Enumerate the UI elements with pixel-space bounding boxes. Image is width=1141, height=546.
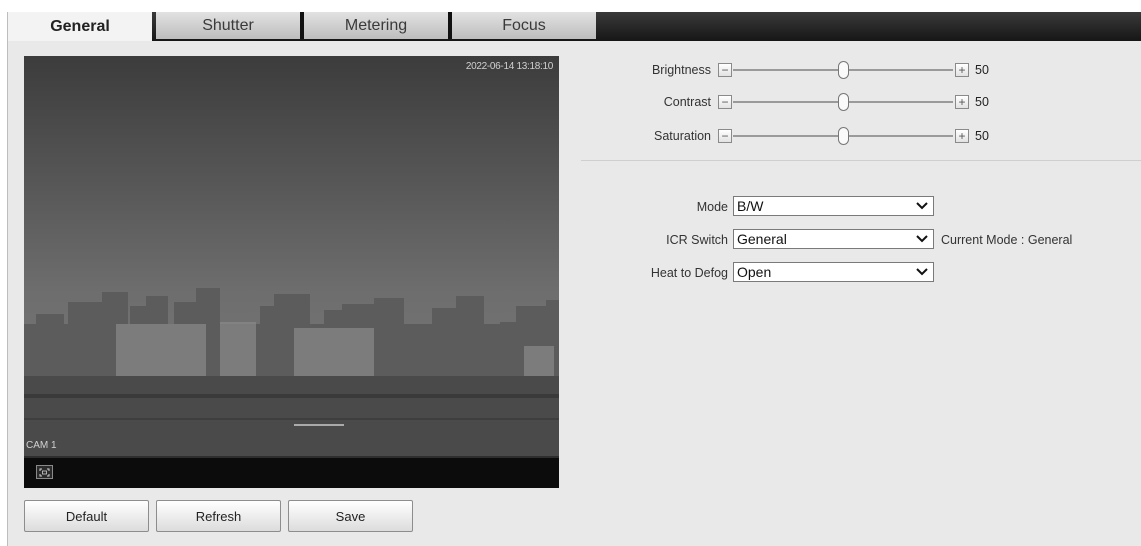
icr-switch-select[interactable]: General — [733, 229, 934, 249]
mode-select[interactable]: B/W — [733, 196, 934, 216]
tab-bar: General Shutter Metering Focus — [8, 12, 1141, 41]
saturation-increase-button[interactable]: + — [955, 129, 969, 143]
chevron-down-icon — [916, 268, 928, 276]
chevron-down-icon — [916, 235, 928, 243]
brightness-increase-button[interactable]: + — [955, 63, 969, 77]
contrast-increase-button[interactable]: + — [955, 95, 969, 109]
camera-scene-image — [24, 56, 559, 488]
heat-to-defog-select[interactable]: Open — [733, 262, 934, 282]
brightness-label: Brightness — [651, 63, 711, 77]
current-mode-text: Current Mode : General — [941, 233, 1073, 247]
chevron-down-icon — [916, 202, 928, 210]
tab-general-label: General — [50, 17, 110, 35]
brightness-value: 50 — [975, 63, 989, 77]
video-toolbar — [24, 458, 559, 488]
mode-select-value: B/W — [737, 198, 764, 214]
brightness-slider-handle[interactable] — [837, 61, 849, 79]
heat-to-defog-select-value: Open — [737, 264, 772, 280]
mode-label: Mode — [696, 200, 728, 214]
tab-shutter-label: Shutter — [202, 16, 254, 34]
saturation-decrease-button[interactable]: − — [718, 129, 732, 143]
tab-general[interactable]: General — [8, 12, 152, 41]
mode-row: Mode B/W — [588, 196, 1088, 220]
minus-icon: − — [721, 95, 729, 109]
saturation-value: 50 — [975, 129, 989, 143]
osd-channel-label: CAM 1 — [26, 440, 57, 451]
contrast-slider-row: Contrast − + 50 — [588, 92, 1048, 114]
save-button[interactable]: Save — [288, 500, 413, 532]
refresh-button[interactable]: Refresh — [156, 500, 281, 532]
live-video-preview[interactable]: 2022-06-14 13:18:10 CAM 1 — [24, 56, 559, 488]
osd-timestamp: 2022-06-14 13:18:10 — [465, 61, 553, 72]
section-divider — [581, 160, 1141, 161]
tab-metering[interactable]: Metering — [304, 12, 452, 39]
contrast-label: Contrast — [663, 95, 711, 109]
minus-icon: − — [721, 129, 729, 143]
icr-switch-label: ICR Switch — [666, 233, 728, 247]
icr-switch-select-value: General — [737, 231, 787, 247]
saturation-slider-handle[interactable] — [837, 127, 849, 145]
default-button[interactable]: Default — [24, 500, 149, 532]
contrast-decrease-button[interactable]: − — [718, 95, 732, 109]
plus-icon: + — [958, 63, 966, 77]
contrast-value: 50 — [975, 95, 989, 109]
fit-screen-icon[interactable] — [36, 465, 53, 479]
contrast-slider-handle[interactable] — [837, 93, 849, 111]
saturation-label: Saturation — [654, 129, 711, 143]
tab-focus-label: Focus — [502, 16, 546, 34]
heat-to-defog-row: Heat to Defog Open — [588, 262, 1088, 286]
settings-panel: General Shutter Metering Focus 2022-06-1… — [7, 12, 1141, 546]
tab-focus[interactable]: Focus — [452, 12, 596, 39]
tab-shutter[interactable]: Shutter — [156, 12, 304, 39]
heat-to-defog-label: Heat to Defog — [650, 266, 728, 280]
tab-metering-label: Metering — [344, 16, 408, 34]
brightness-decrease-button[interactable]: − — [718, 63, 732, 77]
saturation-slider-row: Saturation − + 50 — [588, 126, 1048, 148]
plus-icon: + — [958, 95, 966, 109]
brightness-slider-row: Brightness − + 50 — [588, 60, 1048, 82]
minus-icon: − — [721, 63, 729, 77]
icr-switch-row: ICR Switch General Current Mode : Genera… — [588, 229, 1108, 253]
plus-icon: + — [958, 129, 966, 143]
